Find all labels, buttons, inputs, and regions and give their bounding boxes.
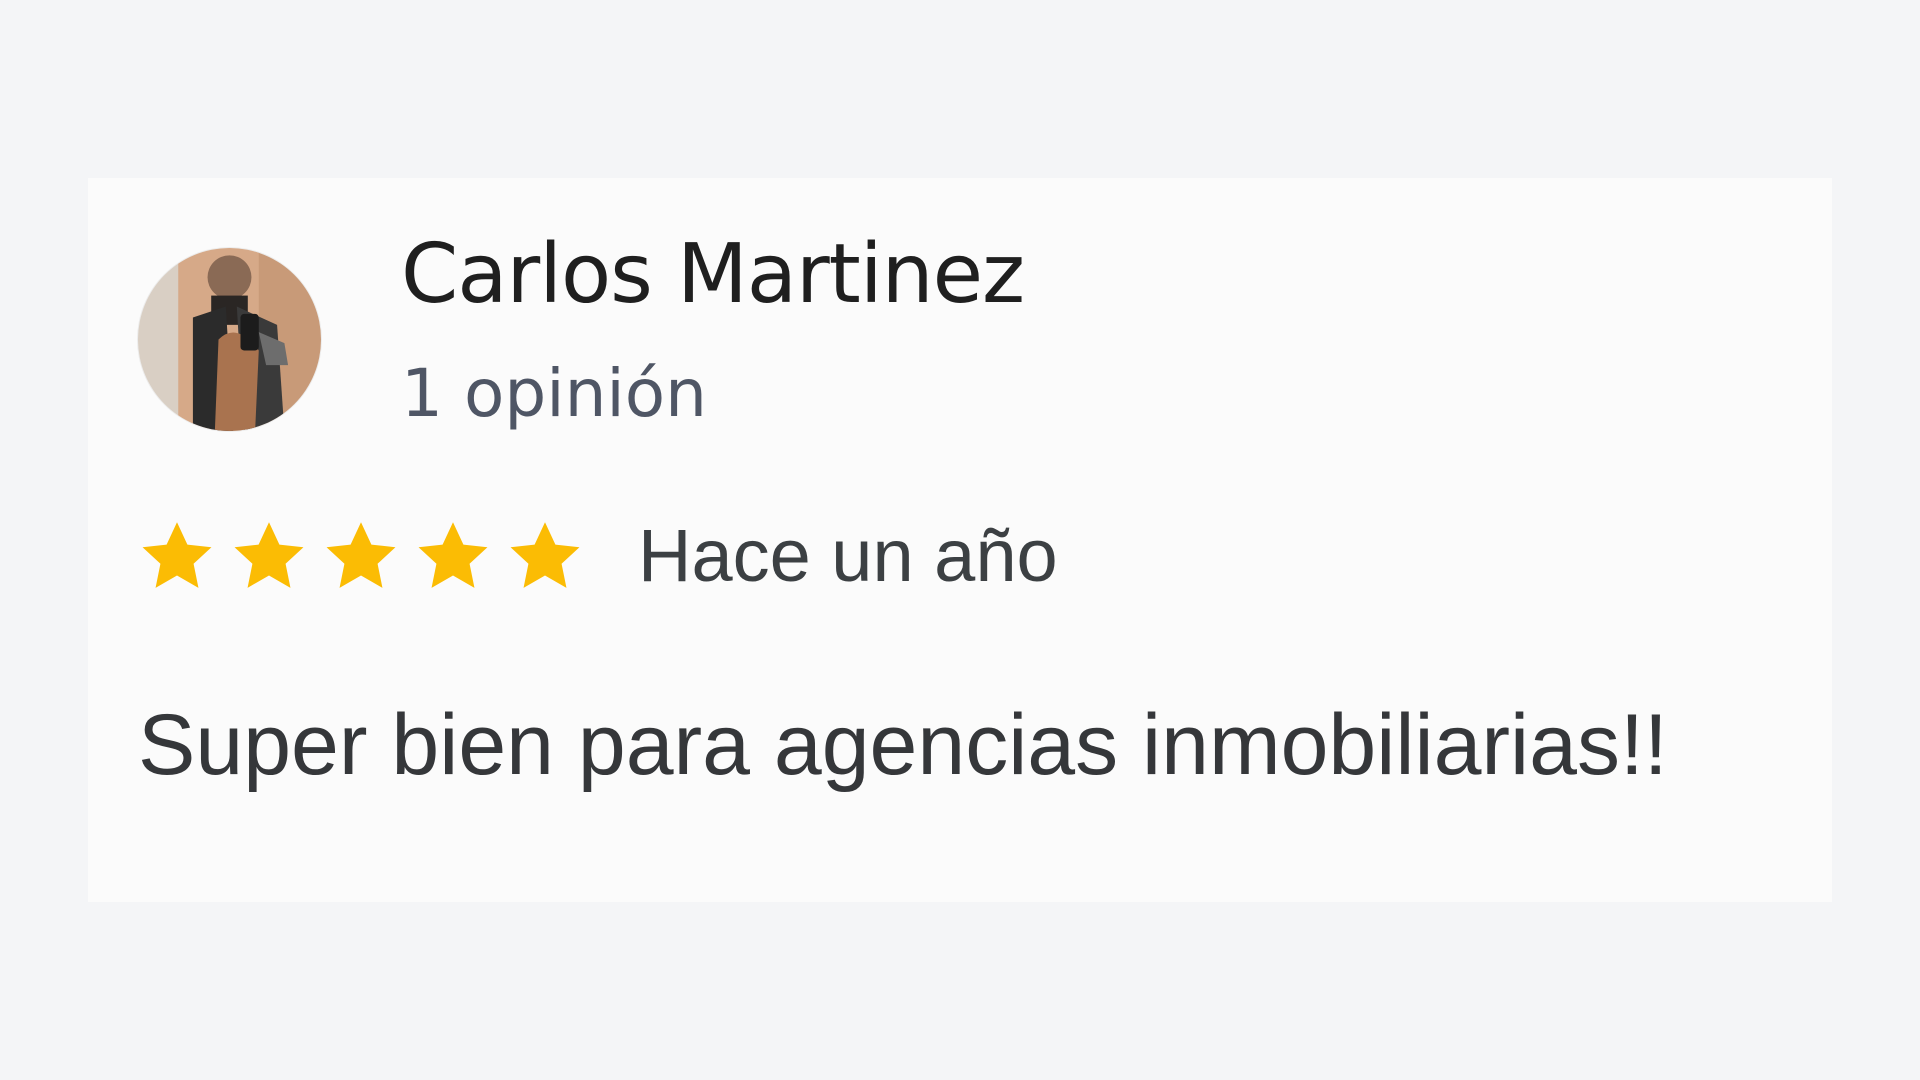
review-text: Super bien para agencias inmobiliarias!!	[138, 697, 1668, 793]
star-icon	[418, 522, 488, 588]
rating-row: Hace un año	[138, 508, 1058, 604]
review-count: 1 opinión	[401, 355, 707, 432]
avatar-photo	[138, 248, 321, 431]
star-icon	[510, 522, 580, 588]
star-icon	[142, 522, 212, 588]
avatar[interactable]	[138, 248, 321, 431]
review-card: Carlos Martinez 1 opinión Hace un año Su…	[88, 178, 1832, 902]
star-icon	[326, 522, 396, 588]
star-icon	[234, 522, 304, 588]
author-name[interactable]: Carlos Martinez	[401, 234, 1025, 316]
star-rating	[138, 517, 584, 595]
review-date: Hace un año	[638, 514, 1058, 597]
